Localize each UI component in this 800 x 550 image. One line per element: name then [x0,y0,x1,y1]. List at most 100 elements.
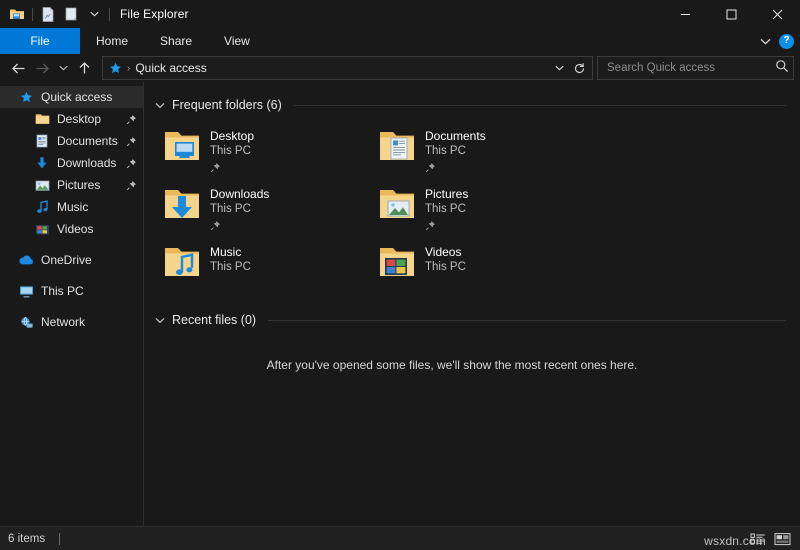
navigation-bar: › Quick access [0,54,800,82]
tile-name: Videos [425,245,462,259]
sidebar-item-label: Documents [57,134,118,148]
tab-view[interactable]: View [208,28,266,54]
minimize-button[interactable] [662,0,708,28]
sidebar-item-onedrive[interactable]: OneDrive [0,249,143,271]
recent-files-empty-message: After you've opened some files, we'll sh… [266,358,638,372]
monitor-icon [18,283,34,299]
sidebar-item-network[interactable]: Network [0,311,143,333]
folder-tile-downloads[interactable]: Downloads This PC [162,181,377,239]
file-list-pane: Frequent folders (6) Desktop This PC Doc… [144,82,800,526]
network-icon [18,314,34,330]
sidebar-item-this-pc[interactable]: This PC [0,280,143,302]
sidebar-item-desktop[interactable]: Desktop [0,108,143,130]
window-controls [662,0,800,28]
sidebar-item-videos[interactable]: Videos [0,218,143,240]
pictures-icon [34,177,50,193]
tab-file[interactable]: File [0,28,80,54]
frequent-folders-header[interactable]: Frequent folders (6) [144,93,800,117]
pictures-folder-icon [377,185,419,225]
file-explorer-window: File Explorer File Home Share View ? › Q… [0,0,800,550]
status-divider [59,532,61,545]
tile-text: Desktop This PC [210,127,254,173]
sidebar-item-pictures[interactable]: Pictures [0,174,143,196]
pin-icon[interactable] [210,160,222,173]
tile-name: Downloads [210,187,270,201]
address-bar[interactable]: › Quick access [102,56,593,80]
close-button[interactable] [754,0,800,28]
search-box[interactable] [597,56,794,80]
sidebar-item-label: Downloads [57,156,117,170]
large-icons-view-button[interactable] [773,530,792,547]
toolbar-divider [32,7,33,21]
back-button[interactable] [6,56,30,80]
tile-location: This PC [425,261,466,273]
folder-tile-documents[interactable]: Documents This PC [377,123,592,181]
expand-ribbon-icon[interactable] [760,32,771,50]
sidebar-item-music[interactable]: Music [0,196,143,218]
section-title: Frequent folders (6) [172,98,282,112]
tile-location: This PC [210,145,251,157]
chevron-down-icon[interactable] [84,4,104,24]
folder-icon[interactable] [7,4,27,24]
chevron-down-icon[interactable] [152,312,168,328]
sidebar-item-label: This PC [41,284,84,298]
folder-tile-pictures[interactable]: Pictures This PC [377,181,592,239]
title-bar: File Explorer [0,0,800,28]
star-icon [18,89,34,105]
tile-name: Documents [425,129,486,143]
sidebar-item-documents[interactable]: Documents [0,130,143,152]
section-divider [268,319,786,321]
help-button[interactable]: ? [779,33,794,49]
sidebar-item-quick-access[interactable]: Quick access [0,86,143,108]
breadcrumb[interactable]: Quick access [135,61,206,75]
folder-tile-music[interactable]: Music This PC [162,239,377,297]
forward-button[interactable] [30,56,54,80]
refresh-icon[interactable] [570,58,588,78]
pin-icon[interactable] [125,113,137,125]
videos-icon [34,221,50,237]
sidebar-item-label: OneDrive [41,253,92,267]
recent-locations-button[interactable] [54,56,72,80]
sidebar-item-label: Desktop [57,112,102,126]
toolbar-divider-2 [109,7,110,21]
tab-home[interactable]: Home [80,28,144,54]
ribbon-tab-bar: File Home Share View ? [0,28,800,54]
sidebar-item-downloads[interactable]: Downloads [0,152,143,174]
sidebar-item-label: Quick access [41,90,113,104]
search-icon[interactable] [775,59,789,78]
tile-text: Music This PC [210,243,251,275]
folder-tile-desktop[interactable]: Desktop This PC [162,123,377,181]
pin-icon[interactable] [125,135,137,147]
documents-icon [34,133,50,149]
pin-icon[interactable] [425,160,437,173]
new-folder-icon[interactable] [61,4,81,24]
pin-icon[interactable] [210,218,222,231]
pin-icon[interactable] [425,218,437,231]
pin-icon[interactable] [125,179,137,191]
up-button[interactable] [72,56,96,80]
details-view-button[interactable] [748,530,767,547]
properties-icon[interactable] [38,4,58,24]
address-bar-actions [550,58,588,78]
search-input[interactable] [605,61,775,75]
tile-location: This PC [210,203,251,215]
navigation-pane: Quick access Desktop Documents Downloads… [0,82,144,526]
tile-text: Videos This PC [425,243,466,275]
window-body: Quick access Desktop Documents Downloads… [0,82,800,526]
frequent-folders-grid: Desktop This PC Documents This PC Downlo… [144,117,800,297]
breadcrumb-separator: › [127,62,131,74]
pin-icon[interactable] [125,157,137,169]
chevron-down-icon[interactable] [152,97,168,113]
tile-name: Pictures [425,187,469,201]
tile-text: Pictures This PC [425,185,469,231]
folder-tile-videos[interactable]: Videos This PC [377,239,592,297]
maximize-button[interactable] [708,0,754,28]
recent-files-header[interactable]: Recent files (0) [144,308,800,332]
cloud-icon [18,252,34,268]
address-dropdown-icon[interactable] [550,58,568,78]
tab-share[interactable]: Share [144,28,208,54]
desktop-folder-icon [162,127,204,167]
sidebar-item-label: Music [57,200,89,214]
view-mode-buttons [748,530,792,547]
window-title: File Explorer [120,7,189,21]
